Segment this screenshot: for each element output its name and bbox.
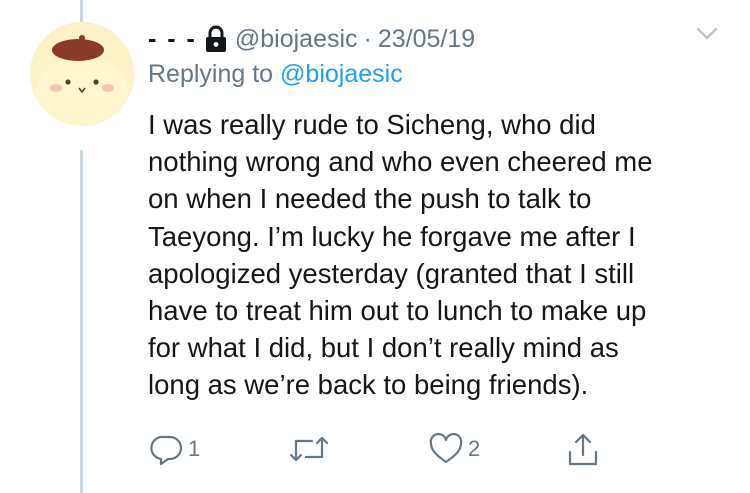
tweet-text-line: have to treat him out to lunch to make u… <box>148 295 647 327</box>
reply-icon <box>150 432 184 466</box>
like-button[interactable]: 2 <box>428 432 480 466</box>
display-name[interactable]: - - - <box>148 25 197 54</box>
tweet-actions: 1 2 <box>0 432 750 472</box>
retweet-icon <box>288 432 330 466</box>
tweet-text-line: for what I did, but I don’t really mind … <box>148 332 619 364</box>
separator-dot: · <box>363 24 372 53</box>
retweet-button[interactable] <box>288 432 334 466</box>
tweet-text-line: I was really rude to Sicheng, who did <box>148 109 596 140</box>
chevron-down-icon[interactable] <box>696 26 718 42</box>
tweet-text: I was really rude to Sicheng, who did no… <box>148 106 733 404</box>
tweet-text-line: Taeyong. I’m lucky he forgave me after I <box>148 220 636 252</box>
tweet-date[interactable]: 23/05/19 <box>378 25 475 54</box>
lock-icon <box>205 25 227 53</box>
avatar-illustration <box>30 22 134 126</box>
replying-to: Replying to @biojaesic <box>148 60 403 89</box>
replying-prefix: Replying to <box>148 60 274 88</box>
reply-button[interactable]: 1 <box>150 432 200 466</box>
tweet-text-line: apologized yesterday (granted that I sti… <box>148 257 635 289</box>
tweet-header: - - - @biojaesic · 23/05/19 <box>148 20 475 58</box>
avatar[interactable] <box>30 22 134 126</box>
user-handle[interactable]: @biojaesic <box>235 25 358 54</box>
thread-line-top <box>80 0 83 22</box>
tweet-text-line: on when I needed the push to talk to <box>148 183 592 215</box>
tweet-text-line: nothing wrong and who even cheered me <box>148 146 653 178</box>
tweet-text-line: long as we’re back to being friends). <box>148 369 589 401</box>
replying-mention-link[interactable]: @biojaesic <box>280 60 403 88</box>
reply-count: 1 <box>188 436 201 461</box>
heart-icon <box>428 432 464 466</box>
share-icon <box>566 432 600 468</box>
like-count: 2 <box>468 436 481 461</box>
share-button[interactable] <box>566 432 600 468</box>
